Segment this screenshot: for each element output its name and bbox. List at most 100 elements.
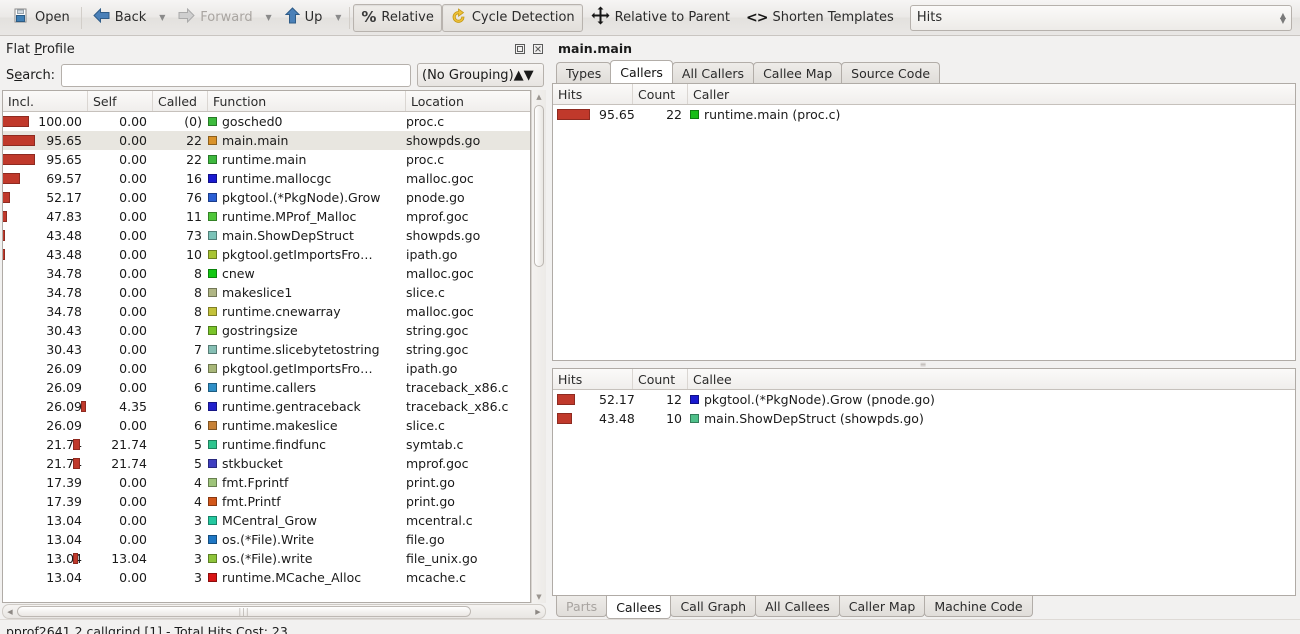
flat-profile-vscrollbar[interactable]: ▲ ▼ [531, 90, 546, 603]
tab-types[interactable]: Types [556, 62, 612, 83]
scroll-left-arrow-icon[interactable]: ◀ [3, 605, 17, 618]
grouping-spinner-icon[interactable]: ▲▼ [514, 68, 534, 83]
tab-source-code[interactable]: Source Code [841, 62, 941, 83]
table-row[interactable]: 13.04 0.00 3 runtime.MCache_Alloc mcache.c [3, 568, 530, 587]
cell-called: 5 [194, 456, 202, 471]
callers-column-caller[interactable]: Caller [688, 84, 1295, 104]
shorten-templates-button[interactable]: <> Shorten Templates [738, 4, 902, 32]
table-row[interactable]: 30.43 0.00 7 runtime.slicebytetostring strin… [3, 340, 530, 359]
tab-caller-map[interactable]: Caller Map [838, 596, 926, 617]
cell-called: (0) [184, 114, 202, 129]
table-row[interactable]: 13.04 0.00 3 MCentral_Grow mcentral.c [3, 511, 530, 530]
table-row[interactable]: 13.04 13.04 3 os.(*File).write file_unix.go [3, 549, 530, 568]
function-color-swatch-icon [208, 402, 217, 411]
event-type-combo[interactable]: Hits ▲ ▼ [909, 4, 1292, 31]
table-row[interactable]: 17.39 0.00 4 fmt.Fprintf print.go [3, 473, 530, 492]
self-value: 0.00 [119, 114, 147, 129]
table-row[interactable]: 34.78 0.00 8 cnew malloc.goc [3, 264, 530, 283]
grouping-combo[interactable]: (No Grouping) ▲▼ [417, 63, 544, 87]
callers-column-hits[interactable]: Hits [553, 84, 633, 104]
hits-cost-bar [557, 394, 593, 405]
table-row[interactable]: 21.74 21.74 5 stkbucket mprof.goc [3, 454, 530, 473]
back-button[interactable]: Back [85, 4, 155, 32]
tab-call-graph[interactable]: Call Graph [670, 596, 757, 617]
cell-incl: 95.65 [3, 152, 88, 167]
callers-column-count[interactable]: Count [633, 84, 688, 104]
table-row[interactable]: 34.78 0.00 8 makeslice1 slice.c [3, 283, 530, 302]
cell-self: 4.35 [81, 399, 153, 414]
callees-column-hits[interactable]: Hits [553, 369, 633, 389]
cell-hits: 95.65 [555, 107, 635, 122]
flat-profile-hscrollbar[interactable]: ◀ ||| ▶ [2, 604, 546, 619]
table-row[interactable]: 34.78 0.00 8 runtime.cnewarray malloc.goc [3, 302, 530, 321]
tab-callees[interactable]: Callees [606, 596, 672, 619]
spinner-arrows-icon[interactable]: ▲ ▼ [1280, 11, 1286, 24]
caller-row[interactable]: 95.65 22 runtime.main (proc.c) [553, 105, 1295, 124]
callee-row[interactable]: 43.48 10 main.ShowDepStruct (showpds.go) [553, 409, 1295, 428]
incl-cost-bar [3, 116, 32, 127]
table-row[interactable]: 69.57 0.00 16 runtime.mallocgc malloc.goc [3, 169, 530, 188]
table-row[interactable]: 26.09 4.35 6 runtime.gentraceback traceback_… [3, 397, 530, 416]
callees-column-count[interactable]: Count [633, 369, 688, 389]
cell-function: pkgtool.getImportsFro… [208, 247, 406, 262]
open-folder-icon [12, 7, 30, 29]
table-row[interactable]: 13.04 0.00 3 os.(*File).Write file.go [3, 530, 530, 549]
scroll-right-arrow-icon[interactable]: ▶ [531, 605, 545, 618]
table-row[interactable]: 47.83 0.00 11 runtime.MProf_Malloc mprof.goc [3, 207, 530, 226]
function-name: cnew [222, 266, 255, 281]
tab-callers[interactable]: Callers [610, 60, 673, 83]
scroll-up-arrow-icon[interactable]: ▲ [532, 90, 546, 103]
detail-splitter-grip[interactable]: ≡ [552, 360, 1296, 369]
cell-self: 0.00 [88, 570, 153, 585]
tab-all-callees[interactable]: All Callees [755, 596, 840, 617]
close-icon[interactable] [532, 43, 544, 55]
self-cost-bar [73, 458, 107, 469]
table-row[interactable]: 100.00 0.00 (0) gosched0 proc.c [3, 112, 530, 131]
open-button[interactable]: Open [4, 4, 78, 32]
up-button[interactable]: Up [277, 4, 331, 32]
column-header-incl[interactable]: Incl. [3, 91, 88, 111]
cell-self: 0.00 [88, 152, 153, 167]
vscroll-thumb[interactable] [534, 105, 544, 267]
relative-toggle-button[interactable]: % Relative [353, 3, 442, 32]
tab-callee-map[interactable]: Callee Map [753, 62, 843, 83]
hscroll-thumb[interactable]: ||| [17, 606, 471, 617]
table-row[interactable]: 26.09 0.00 6 runtime.callers traceback_x86.c [3, 378, 530, 397]
table-row[interactable]: 43.48 0.00 73 main.ShowDepStruct showpds.go [3, 226, 530, 245]
scroll-down-arrow-icon[interactable]: ▼ [532, 590, 546, 603]
table-row[interactable]: 30.43 0.00 7 gostringsize string.goc [3, 321, 530, 340]
table-row[interactable]: 95.65 0.00 22 main.main showpds.go [3, 131, 530, 150]
table-row[interactable]: 17.39 0.00 4 fmt.Printf print.go [3, 492, 530, 511]
table-row[interactable]: 52.17 0.00 76 pkgtool.(*PkgNode).Grow pnode.… [3, 188, 530, 207]
incl-value: 26.09 [46, 380, 82, 395]
back-dropdown-arrow[interactable]: ▼ [154, 4, 170, 32]
cell-incl: 43.48 [3, 247, 88, 262]
table-row[interactable]: 26.09 0.00 6 pkgtool.getImportsFro… ipath.go [3, 359, 530, 378]
table-row[interactable]: 43.48 0.00 10 pkgtool.getImportsFro… ipath.g… [3, 245, 530, 264]
cell-hits: 43.48 [555, 411, 635, 426]
cycle-detection-toggle-button[interactable]: Cycle Detection [441, 3, 583, 32]
table-row[interactable]: 21.74 21.74 5 runtime.findfunc symtab.c [3, 435, 530, 454]
forward-dropdown-arrow[interactable]: ▼ [261, 4, 277, 32]
cell-self: 0.00 [88, 513, 153, 528]
callee-row[interactable]: 52.17 12 pkgtool.(*PkgNode).Grow (pnode.go… [553, 390, 1295, 409]
table-row[interactable]: 95.65 0.00 22 runtime.main proc.c [3, 150, 530, 169]
relative-to-parent-button[interactable]: Relative to Parent [583, 4, 738, 32]
cell-location: traceback_x86.c [406, 399, 509, 414]
callees-column-callee[interactable]: Callee [688, 369, 1295, 389]
column-header-location[interactable]: Location [406, 91, 530, 111]
up-dropdown-arrow[interactable]: ▼ [330, 4, 346, 32]
tab-machine-code[interactable]: Machine Code [924, 596, 1033, 617]
column-header-function[interactable]: Function [208, 91, 406, 111]
column-header-called[interactable]: Called [153, 91, 208, 111]
forward-button[interactable]: Forward [170, 4, 260, 32]
tab-all-callers[interactable]: All Callers [671, 62, 755, 83]
undock-icon[interactable] [514, 43, 526, 55]
cell-called: 6 [194, 399, 202, 414]
function-color-swatch-icon [208, 345, 217, 354]
cell-self: 0.00 [88, 114, 153, 129]
column-header-self[interactable]: Self [88, 91, 153, 111]
table-row[interactable]: 26.09 0.00 6 runtime.makeslice slice.c [3, 416, 530, 435]
tab-label: Call Graph [680, 598, 747, 614]
search-input[interactable] [61, 63, 411, 87]
